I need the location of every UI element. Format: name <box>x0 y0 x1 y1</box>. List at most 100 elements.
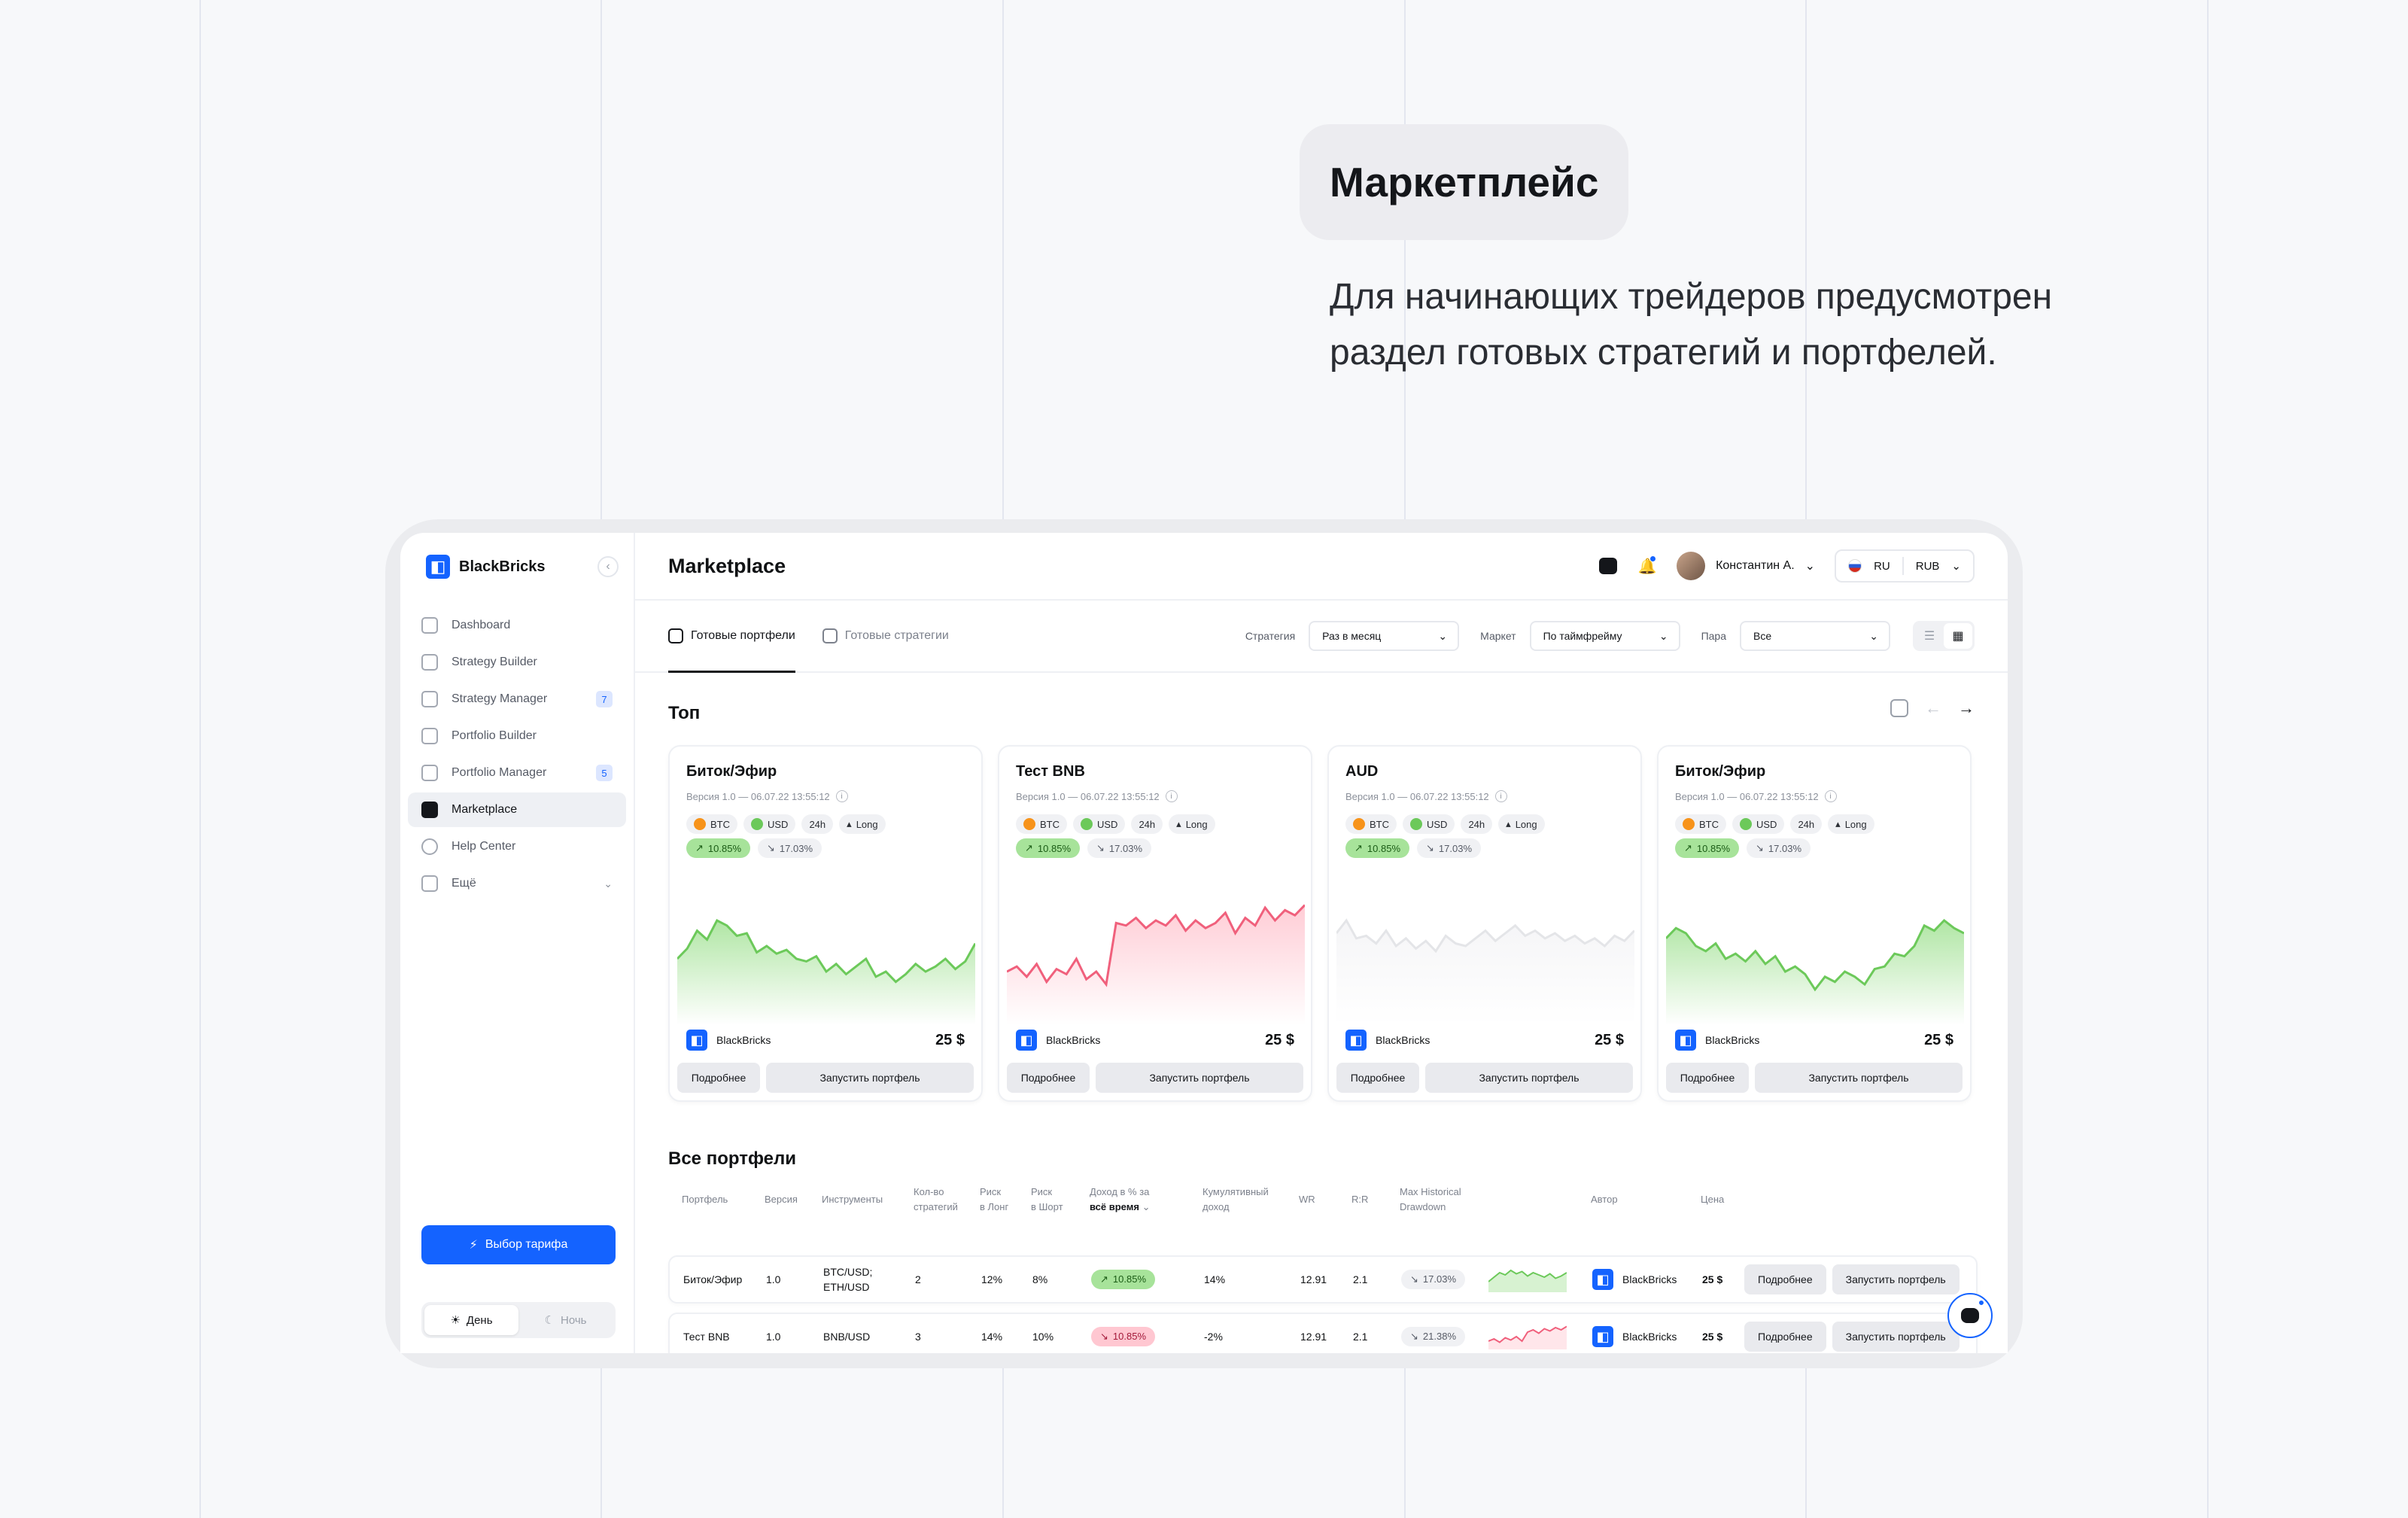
info-icon[interactable]: i <box>835 790 848 802</box>
arrow-right-icon[interactable]: → <box>1958 698 1975 718</box>
card-performance: ↗ 10.85% ↘ 17.03% <box>1345 838 1481 858</box>
income-badge: ↗ 10.85% <box>686 838 750 858</box>
card-sparkline <box>1336 918 1634 1025</box>
user-menu[interactable]: Константин А. ⌄ <box>1677 552 1815 580</box>
card-chips: BTC USD 24h ▴ Long <box>686 814 886 834</box>
launch-portfolio-button[interactable]: Запустить портфель <box>766 1063 974 1093</box>
strategy-select[interactable]: Раз в месяц ⌄ <box>1309 621 1460 651</box>
chip-label: BTC <box>1040 818 1060 830</box>
chip-label: Long <box>856 818 878 830</box>
market-select[interactable]: По таймфрейму ⌄ <box>1529 621 1680 651</box>
sidebar-item-more[interactable]: Ещё ⌄ <box>408 866 626 901</box>
launch-portfolio-button[interactable]: Запустить портфель <box>1425 1063 1633 1093</box>
col-version[interactable]: Версия <box>765 1192 798 1207</box>
page-heading: Маркетплейс <box>1300 124 1629 240</box>
col-portfolio[interactable]: Портфель <box>682 1192 728 1207</box>
instrument-chip: ▴ Long <box>839 814 886 834</box>
cell-version: 1.0 <box>766 1273 781 1285</box>
sidebar-item-strategy-manager[interactable]: Strategy Manager 7 <box>408 682 626 716</box>
table-row[interactable]: Тест BNB 1.0 BNB/USD 3 14% 10% ↘ 10.85% -… <box>668 1313 1978 1353</box>
brand-logo-icon: ◧ <box>1592 1269 1613 1290</box>
income-badge: ↘ 10.85% <box>1091 1327 1155 1346</box>
col-income[interactable]: Доход в % за всё время ⌄ <box>1090 1185 1150 1215</box>
card-price: 25 $ <box>1595 1031 1624 1048</box>
currency-select[interactable]: RUB <box>1916 560 1940 573</box>
tab-ready-portfolios[interactable]: Готовые портфели <box>668 601 795 673</box>
details-button[interactable]: Подробнее <box>677 1063 760 1093</box>
collapse-sidebar-button[interactable]: ‹ <box>597 556 619 577</box>
wallet-button[interactable] <box>1598 556 1618 576</box>
details-button[interactable]: Подробнее <box>1744 1264 1826 1294</box>
col-cumulative-line: Кумулятивный <box>1202 1186 1269 1197</box>
info-icon[interactable]: i <box>1494 790 1507 802</box>
sort-icon[interactable] <box>1890 699 1908 717</box>
support-chat-button[interactable] <box>1947 1293 1993 1338</box>
info-icon[interactable]: i <box>1824 790 1837 802</box>
app-window: ◧ BlackBricks ‹ Dashboard Strategy Build… <box>400 533 2008 1353</box>
sidebar-item-help-center[interactable]: Help Center <box>408 829 626 864</box>
col-price[interactable]: Цена <box>1701 1192 1724 1207</box>
instrument-chip: USD <box>1403 814 1455 834</box>
guide-line <box>2207 0 2209 1518</box>
card-version: Версия 1.0 — 06.07.22 13:55:12 i <box>1345 790 1507 802</box>
col-wr[interactable]: WR <box>1299 1192 1315 1207</box>
col-author[interactable]: Автор <box>1591 1192 1618 1207</box>
chip-label: 24h <box>1468 818 1485 830</box>
portfolio-card[interactable]: Биток/Эфир Версия 1.0 — 06.07.22 13:55:1… <box>668 745 983 1102</box>
info-icon[interactable]: i <box>1165 790 1178 802</box>
choose-tariff-button[interactable]: ⚡ Выбор тарифа <box>421 1225 616 1264</box>
lightning-icon: ⚡ <box>469 1239 478 1252</box>
instrument-chip: 24h <box>1461 814 1493 834</box>
details-button[interactable]: Подробнее <box>1744 1322 1826 1352</box>
details-button[interactable]: Подробнее <box>1007 1063 1090 1093</box>
language-select[interactable]: RU <box>1874 560 1890 573</box>
launch-portfolio-button[interactable]: Запустить портфель <box>1755 1063 1963 1093</box>
drawdown-value: 21.38% <box>1422 1331 1456 1342</box>
card-chips: BTC USD 24h ▴ Long <box>1016 814 1215 834</box>
instrument-chip: BTC <box>1345 814 1397 834</box>
grid-view-button[interactable]: ▦ <box>1944 623 1972 649</box>
sidebar-item-portfolio-manager[interactable]: Portfolio Manager 5 <box>408 756 626 790</box>
arrow-left-icon[interactable]: ← <box>1925 698 1941 718</box>
table-row[interactable]: Биток/Эфир 1.0 BTC/USD; ETH/USD 2 12% 8% … <box>668 1255 1978 1304</box>
tab-label: Готовые стратегии <box>844 629 949 642</box>
col-rr[interactable]: R:R <box>1351 1192 1368 1207</box>
col-cumulative[interactable]: Кумулятивный доход <box>1202 1185 1269 1215</box>
col-max-drawdown[interactable]: Max Historical Drawdown <box>1400 1185 1461 1215</box>
sidebar-item-label: Help Center <box>451 840 516 853</box>
launch-portfolio-button[interactable]: Запустить портфель <box>1096 1063 1303 1093</box>
chevron-down-icon: ⌄ <box>1142 1201 1151 1212</box>
sidebar-item-dashboard[interactable]: Dashboard <box>408 608 626 643</box>
choose-tariff-label: Выбор тарифа <box>485 1238 568 1251</box>
details-button[interactable]: Подробнее <box>1336 1063 1419 1093</box>
btc-coin-icon <box>1023 818 1035 830</box>
sidebar-item-marketplace[interactable]: Marketplace <box>408 792 626 827</box>
theme-day-option[interactable]: ☀ День <box>424 1305 518 1335</box>
portfolio-card[interactable]: Биток/Эфир Версия 1.0 — 06.07.22 13:55:1… <box>1657 745 1972 1102</box>
col-strategies-count[interactable]: Кол-во стратегий <box>914 1185 958 1215</box>
income-period-select[interactable]: всё время ⌄ <box>1090 1200 1150 1215</box>
sidebar-item-portfolio-builder[interactable]: Portfolio Builder <box>408 719 626 753</box>
col-risk-long[interactable]: Риск в Лонг <box>980 1185 1008 1215</box>
income-value: 10.85% <box>1112 1273 1146 1285</box>
card-price: 25 $ <box>1265 1031 1294 1048</box>
col-risk-long-line: Риск <box>980 1186 1002 1197</box>
portfolio-card[interactable]: Тест BNB Версия 1.0 — 06.07.22 13:55:12 i… <box>998 745 1312 1102</box>
col-instruments[interactable]: Инструменты <box>822 1192 883 1207</box>
launch-portfolio-button[interactable]: Запустить портфель <box>1832 1322 1960 1352</box>
sidebar-nav: Dashboard Strategy Builder Strategy Mana… <box>408 608 626 901</box>
col-risk-short[interactable]: Риск в Шорт <box>1031 1185 1063 1215</box>
launch-portfolio-button[interactable]: Запустить портфель <box>1832 1264 1960 1294</box>
portfolio-card[interactable]: AUD Версия 1.0 — 06.07.22 13:55:12 i BTC U… <box>1327 745 1642 1102</box>
cell-max-drawdown: ↘ 21.38% <box>1401 1314 1465 1353</box>
user-name: Константин А. <box>1716 559 1795 572</box>
notifications-button[interactable]: 🔔 <box>1637 556 1657 576</box>
details-button[interactable]: Подробнее <box>1666 1063 1749 1093</box>
pair-select[interactable]: Все ⌄ <box>1740 621 1890 651</box>
tab-ready-strategies[interactable]: Готовые стратегии <box>822 601 949 671</box>
guide-line <box>199 0 201 1518</box>
sidebar-item-strategy-builder[interactable]: Strategy Builder <box>408 645 626 680</box>
list-view-button[interactable]: ☰ <box>1915 623 1944 649</box>
instrument: ETH/USD <box>823 1281 870 1293</box>
theme-night-option[interactable]: ☾ Ночь <box>518 1305 613 1335</box>
